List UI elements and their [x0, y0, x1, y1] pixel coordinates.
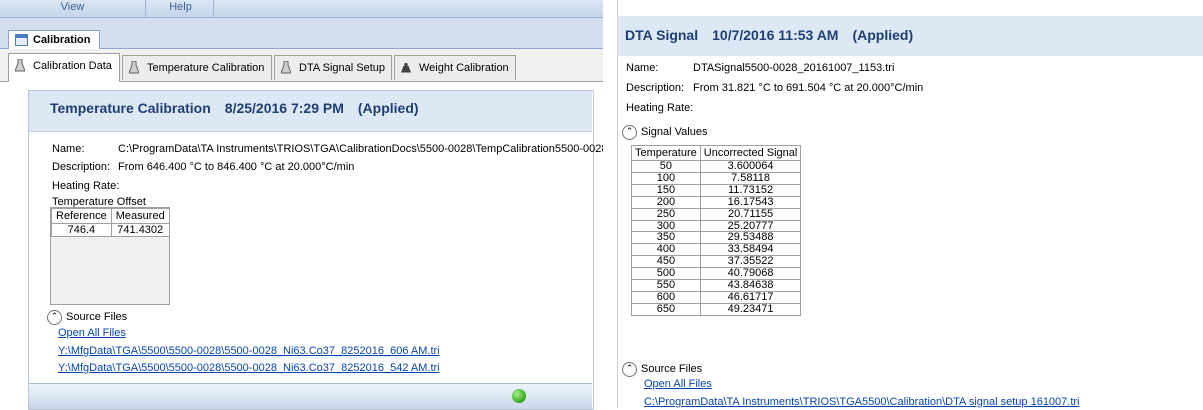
table-cell[interactable]: 46.61717: [699, 290, 802, 304]
dta-title: DTA Signal 10/7/2016 11:53 AM (Applied): [625, 27, 927, 43]
table-cell[interactable]: 400: [631, 243, 701, 257]
table-row[interactable]: 500 40.79068: [631, 267, 802, 281]
table-row[interactable]: 600 46.61717: [631, 290, 802, 304]
table-cell[interactable]: 50: [631, 160, 701, 173]
tab-dta-signal-setup[interactable]: DTA Signal Setup: [274, 55, 392, 80]
tab-weight-calibration[interactable]: Weight Calibration: [394, 55, 516, 80]
offset-table: Reference Measured 746.4 741.4302: [51, 208, 170, 237]
column-header[interactable]: Measured: [110, 208, 170, 224]
flask-icon: [281, 61, 291, 74]
table-cell[interactable]: 3.600064: [699, 160, 802, 173]
table-cell[interactable]: 37.35522: [699, 255, 802, 269]
heating-rate-label: Heating Rate:: [626, 102, 694, 114]
description-value: From 646.400 °C to 846.400 °C at 20.000°…: [118, 161, 355, 173]
source-file-link[interactable]: Y:\MfgData\TGA\5500\5500-0028\5500-0028_…: [58, 345, 440, 357]
tab-calibration[interactable]: Calibration: [8, 30, 100, 49]
header-datetime: 8/25/2016 7:29 PM: [224, 100, 344, 116]
table-row[interactable]: 550 43.84638: [631, 279, 802, 292]
table-row[interactable]: 200 16.17543: [631, 195, 802, 209]
table-cell[interactable]: 350: [631, 231, 701, 245]
name-value: DTASignal5500-0028_20161007_1153.tri: [693, 62, 895, 74]
header-title: DTA Signal: [625, 27, 699, 43]
header-datetime: 10/7/2016 11:53 AM: [712, 27, 839, 43]
table-row[interactable]: 450 37.35522: [631, 255, 802, 269]
table-cell[interactable]: 550: [631, 279, 701, 292]
name-label: Name:: [626, 62, 659, 74]
table-row[interactable]: 150 11.73152: [631, 183, 802, 197]
table-row[interactable]: 100 7.58118: [631, 171, 802, 185]
collapse-source-files-button[interactable]: ⌃: [47, 310, 62, 325]
signal-values-title: Signal Values: [641, 126, 708, 138]
table-cell[interactable]: 29.53488: [699, 231, 802, 245]
table-row[interactable]: 50 3.600064: [631, 160, 802, 173]
window-icon: [15, 34, 28, 46]
calibration-window: View Help Calibration Calibration Data T…: [0, 0, 614, 410]
column-header[interactable]: Temperature: [631, 145, 701, 161]
table-cell[interactable]: 25.20777: [699, 219, 802, 233]
source-files-title: Source Files: [66, 311, 128, 323]
table-cell[interactable]: 43.84638: [699, 279, 802, 292]
menu-help[interactable]: Help: [148, 0, 214, 17]
menu-view[interactable]: View: [0, 0, 146, 17]
name-label: Name:: [52, 143, 85, 155]
source-file-link[interactable]: Y:\MfgData\TGA\5500\5500-0028\5500-0028_…: [58, 362, 440, 374]
description-label: Description:: [52, 161, 111, 173]
table-cell[interactable]: 40.79068: [699, 267, 802, 281]
table-cell[interactable]: 300: [631, 219, 701, 233]
tab-temperature-calibration[interactable]: Temperature Calibration: [122, 55, 272, 80]
table-cell[interactable]: 450: [631, 255, 701, 269]
table-cell[interactable]: 200: [631, 195, 701, 209]
table-cell[interactable]: 20.71155: [699, 207, 802, 221]
page-title: Temperature Calibration 8/25/2016 7:29 PM…: [50, 100, 433, 116]
flask-icon: [129, 61, 139, 74]
table-row[interactable]: 400 33.58494: [631, 243, 802, 257]
panel-divider: [603, 0, 617, 408]
status-bar: [29, 383, 592, 409]
open-all-files-link[interactable]: Open All Files: [58, 327, 126, 339]
status-indicator-icon: [512, 389, 526, 403]
table-cell[interactable]: 16.17543: [699, 195, 802, 209]
table-row[interactable]: 350 29.53488: [631, 231, 802, 245]
table-cell[interactable]: 150: [631, 183, 701, 197]
collapse-source-files-button[interactable]: ⌃: [622, 362, 637, 377]
table-cell[interactable]: 741.4302: [110, 223, 170, 237]
table-row[interactable]: 650 49.23471: [631, 302, 802, 316]
open-all-files-link[interactable]: Open All Files: [644, 378, 712, 390]
column-header[interactable]: Uncorrected Signal: [699, 145, 802, 161]
table-row[interactable]: 746.4 741.4302: [51, 223, 170, 237]
header-status: (Applied): [357, 100, 419, 116]
table-cell[interactable]: 7.58118: [699, 171, 802, 185]
heating-rate-label: Heating Rate:: [52, 180, 120, 192]
tab-calibration-data[interactable]: Calibration Data: [8, 53, 120, 82]
table-cell[interactable]: 600: [631, 290, 701, 304]
name-value: C:\ProgramData\TA Instruments\TRIOS\TGA\…: [118, 143, 614, 155]
description-label: Description:: [626, 82, 685, 94]
table-cell[interactable]: 250: [631, 207, 701, 221]
collapse-signal-values-button[interactable]: ⌃: [622, 125, 637, 140]
table-cell[interactable]: 49.23471: [699, 302, 802, 316]
flask-icon: [15, 59, 25, 72]
table-row[interactable]: 250 20.71155: [631, 207, 802, 221]
table-cell[interactable]: 500: [631, 267, 701, 281]
table-cell[interactable]: 100: [631, 171, 701, 185]
table-cell[interactable]: 33.58494: [699, 243, 802, 257]
table-row[interactable]: 300 25.20777: [631, 219, 802, 233]
signal-table: Temperature Uncorrected Signal 50 3.60006…: [631, 145, 802, 316]
source-files-title: Source Files: [641, 363, 703, 375]
header-status: (Applied): [852, 27, 914, 43]
table-cell[interactable]: 650: [631, 302, 701, 316]
source-file-link[interactable]: C:\ProgramData\TA Instruments\TRIOS\TGA5…: [644, 396, 1080, 408]
offset-grid: Reference Measured 746.4 741.4302: [50, 207, 170, 305]
column-header[interactable]: Reference: [51, 208, 112, 224]
description-value: From 31.821 °C to 691.504 °C at 20.000°C…: [693, 82, 924, 94]
weight-icon: [401, 62, 411, 73]
header-title: Temperature Calibration: [50, 100, 211, 116]
table-cell[interactable]: 746.4: [51, 223, 112, 237]
table-cell[interactable]: 11.73152: [699, 183, 802, 197]
